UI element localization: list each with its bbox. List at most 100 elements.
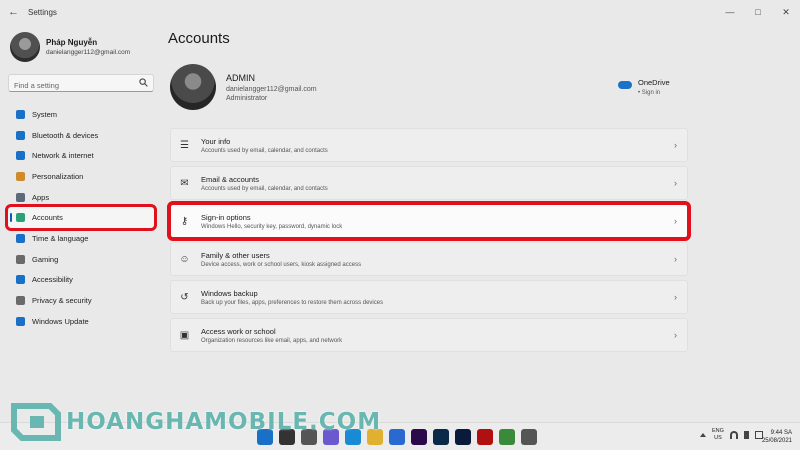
main-content: Accounts ADMIN danielangger112@gmail.com… (167, 24, 792, 422)
card-title: Windows backup (201, 288, 258, 298)
sidebar-item-label: Gaming (32, 254, 59, 264)
sidebar-item-gaming[interactable]: Gaming (8, 249, 154, 270)
chevron-right-icon: › (674, 216, 677, 226)
onedrive-label: OneDrive (638, 78, 670, 87)
lang-top: ENG (712, 428, 724, 434)
chevron-right-icon: › (674, 330, 677, 340)
account-hero: ADMIN danielangger112@gmail.com Administ… (170, 64, 317, 110)
sidebar-item-label: Apps (32, 192, 50, 202)
settings-cards: ☰ Your info Accounts used by email, calend… (167, 128, 691, 356)
card-description: Device access, work or school users, kio… (201, 261, 362, 268)
account-email: danielangger112@gmail.com (226, 85, 317, 93)
photoshop-icon[interactable] (455, 429, 471, 445)
sidebar-item-label: Bluetooth & devices (32, 130, 99, 140)
sidebar-item-label: Accessibility (32, 275, 73, 285)
store-icon[interactable] (389, 429, 405, 445)
avatar (10, 32, 40, 62)
sidebar-item-privacy-security[interactable]: Privacy & security (8, 290, 154, 311)
chevron-right-icon: › (674, 178, 677, 188)
key-icon: ⚷ (180, 215, 189, 227)
chevron-right-icon: › (674, 254, 677, 264)
page-title: Accounts (168, 30, 230, 47)
sidebar-item-windows-update[interactable]: Windows Update (8, 311, 154, 332)
sidebar-item-bluetooth-devices[interactable]: Bluetooth & devices (8, 125, 154, 146)
refresh-icon (16, 316, 25, 326)
sidebar-item-label: Windows Update (32, 316, 89, 326)
card-windows-backup[interactable]: ↺ Windows backup Back up your files, apps,… (170, 280, 688, 314)
settings-icon[interactable] (521, 429, 537, 445)
language-indicator[interactable]: ENG US (712, 428, 724, 442)
clock-date: 25/08/2021 (761, 438, 792, 444)
sidebar-item-time-language[interactable]: Time & language (8, 228, 154, 249)
gamepad-icon (16, 254, 25, 264)
card-title: Sign-in options (201, 212, 251, 222)
shield-icon (16, 296, 25, 306)
card-sign-in-options[interactable]: ⚷ Sign-in options Windows Hello, security … (167, 201, 691, 241)
card-family-other-users[interactable]: ☺ Family & other users Device access, work… (170, 242, 688, 276)
briefcase-icon: ▣ (179, 329, 190, 341)
person-icon (16, 213, 25, 223)
account-name: ADMIN (226, 72, 255, 83)
profile-email: danielangger112@gmail.com (46, 49, 131, 56)
card-description: Accounts used by email, calendar, and co… (201, 147, 328, 154)
acrobat-icon[interactable] (477, 429, 493, 445)
sidebar-item-label: Personalization (32, 171, 84, 181)
card-description: Organization resources like email, apps,… (201, 337, 343, 344)
apps-icon (16, 192, 25, 202)
card-description: Windows Hello, security key, password, d… (201, 223, 343, 230)
sidebar-item-label: Accounts (32, 213, 63, 223)
onedrive-status: • Sign in (638, 90, 661, 96)
monitor-icon (16, 109, 25, 119)
clock[interactable]: 9:44 SA 25/08/2021 (762, 429, 792, 445)
back-arrow-icon[interactable]: ← (8, 6, 22, 18)
card-title: Email & accounts (201, 174, 259, 184)
mail-icon: ✉ (180, 177, 189, 189)
card-access-work-or-school[interactable]: ▣ Access work or school Organization resou… (170, 318, 688, 352)
profile-header: Pháp Nguyễn danielangger112@gmail.com (10, 32, 130, 62)
sidebar-nav: System Bluetooth & devices Network & inter… (5, 104, 157, 332)
watermark: HOANGHAMOBILE.COM (10, 400, 381, 444)
window-controls: — □ ✕ (716, 0, 800, 24)
chevron-right-icon: › (674, 292, 677, 302)
speaker-icon[interactable] (743, 431, 749, 439)
onedrive-tile[interactable]: OneDrive • Sign in (618, 78, 670, 96)
clock-time: 9:44 SA (770, 430, 792, 436)
watermark-text: HOANGHAMOBILE.COM (66, 409, 382, 435)
watermark-logo (11, 403, 61, 441)
sidebar-item-label: Network & internet (32, 151, 94, 161)
search-icon[interactable] (139, 78, 148, 87)
sidebar-item-personalization[interactable]: Personalization (8, 166, 154, 187)
system-tray: ENG US (694, 428, 763, 442)
globe-clock-icon (16, 233, 25, 243)
cloud-icon (618, 81, 632, 89)
chevron-up-icon[interactable] (700, 433, 706, 437)
card-title: Your info (201, 136, 231, 146)
account-avatar[interactable] (170, 64, 216, 110)
wifi-icon (16, 151, 25, 161)
sidebar-item-label: Time & language (32, 233, 89, 243)
close-icon[interactable]: ✕ (772, 0, 800, 24)
wifi-icon[interactable] (729, 431, 738, 439)
app-icon[interactable] (499, 429, 515, 445)
sidebar-item-network-internet[interactable]: Network & internet (8, 145, 154, 166)
lightroom-icon[interactable] (433, 429, 449, 445)
premiere-icon[interactable] (411, 429, 427, 445)
bluetooth-icon (16, 130, 25, 140)
card-your-info[interactable]: ☰ Your info Accounts used by email, calend… (170, 128, 688, 162)
maximize-icon[interactable]: □ (744, 0, 772, 24)
card-title: Family & other users (201, 250, 270, 260)
minimize-icon[interactable]: — (716, 0, 744, 24)
sidebar-item-accounts[interactable]: Accounts (5, 204, 157, 232)
card-title: Access work or school (201, 326, 276, 336)
app-title: Settings (28, 7, 57, 17)
sidebar-item-apps[interactable]: Apps (8, 187, 154, 208)
title-bar: ← Settings — □ ✕ (0, 0, 800, 24)
card-description: Accounts used by email, calendar, and co… (201, 185, 328, 192)
search-input[interactable] (9, 77, 129, 94)
card-email-accounts[interactable]: ✉ Email & accounts Accounts used by email,… (170, 166, 688, 200)
sidebar-item-system[interactable]: System (8, 104, 154, 125)
sidebar-item-accessibility[interactable]: Accessibility (8, 270, 154, 291)
sidebar-item-label: System (32, 109, 58, 119)
people-icon: ☺ (179, 253, 190, 265)
chevron-right-icon: › (674, 140, 677, 150)
